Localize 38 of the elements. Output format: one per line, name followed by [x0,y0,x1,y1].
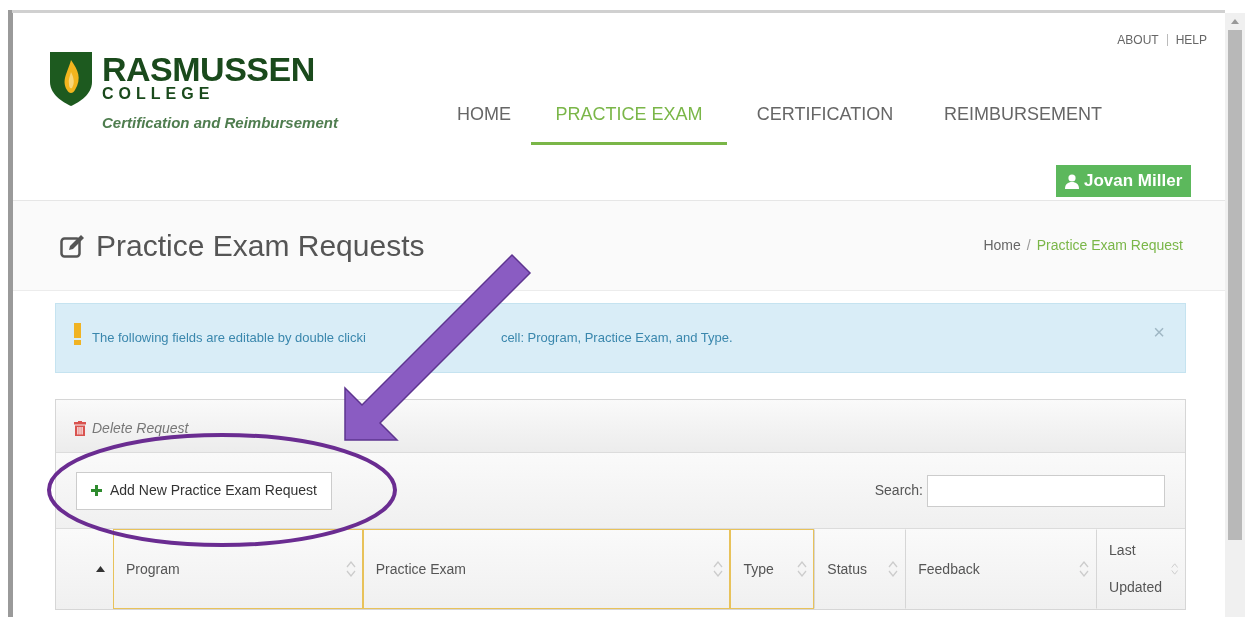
alert-message: cell: Program, Practice Exam, and Type. [500,329,733,348]
sort-icon [888,561,899,577]
column-header[interactable]: Practice Exam [362,529,731,609]
help-link[interactable]: HELP [1175,31,1207,49]
plus-icon [91,485,102,496]
sort-icon [797,561,808,577]
nav-tab[interactable]: HOME [437,101,531,145]
breadcrumb-separator: / [1026,236,1031,255]
delete-request-link[interactable]: Delete Request [74,417,189,439]
sort-icon [1170,561,1178,577]
column-header[interactable]: Feedback [905,529,1097,609]
logo-wordmark: RASMUSSEN [102,52,316,86]
scroll-up-icon[interactable] [1231,19,1239,24]
sort-icon [713,561,724,577]
search-label: Search: [874,481,923,500]
alert-message: The following fields are editable by double clicki [92,329,366,348]
sort-ascending-icon[interactable] [95,566,105,572]
trash-icon [74,420,86,436]
sort-icon [345,561,356,577]
about-link[interactable]: ABOUT [1117,31,1159,49]
shield-flame-logo-icon [48,50,94,106]
search-field[interactable] [927,474,1165,507]
nav-tab[interactable]: REIMBURSEMENT [923,101,1123,145]
edit-icon [60,233,86,258]
sort-icon [1079,561,1090,577]
breadcrumb-link[interactable]: Home [983,235,1021,256]
scrollbar[interactable] [1225,13,1245,617]
column-header[interactable]: Type [730,529,815,609]
nav-tab[interactable]: CERTIFICATION [727,101,923,145]
logo-subtitle: COLLEGE [102,86,216,102]
user-icon [1065,173,1079,189]
page-title: Practice Exam Requests [96,228,425,264]
add-request-button[interactable]: Add New Practice Exam Request [76,471,332,510]
column-header[interactable]: Last Updated [1096,529,1185,609]
warning-icon [74,323,81,345]
site-tagline: Certification and Reimbursement [102,113,338,133]
column-header[interactable]: Status [814,529,906,609]
column-header[interactable]: Program [112,529,363,609]
